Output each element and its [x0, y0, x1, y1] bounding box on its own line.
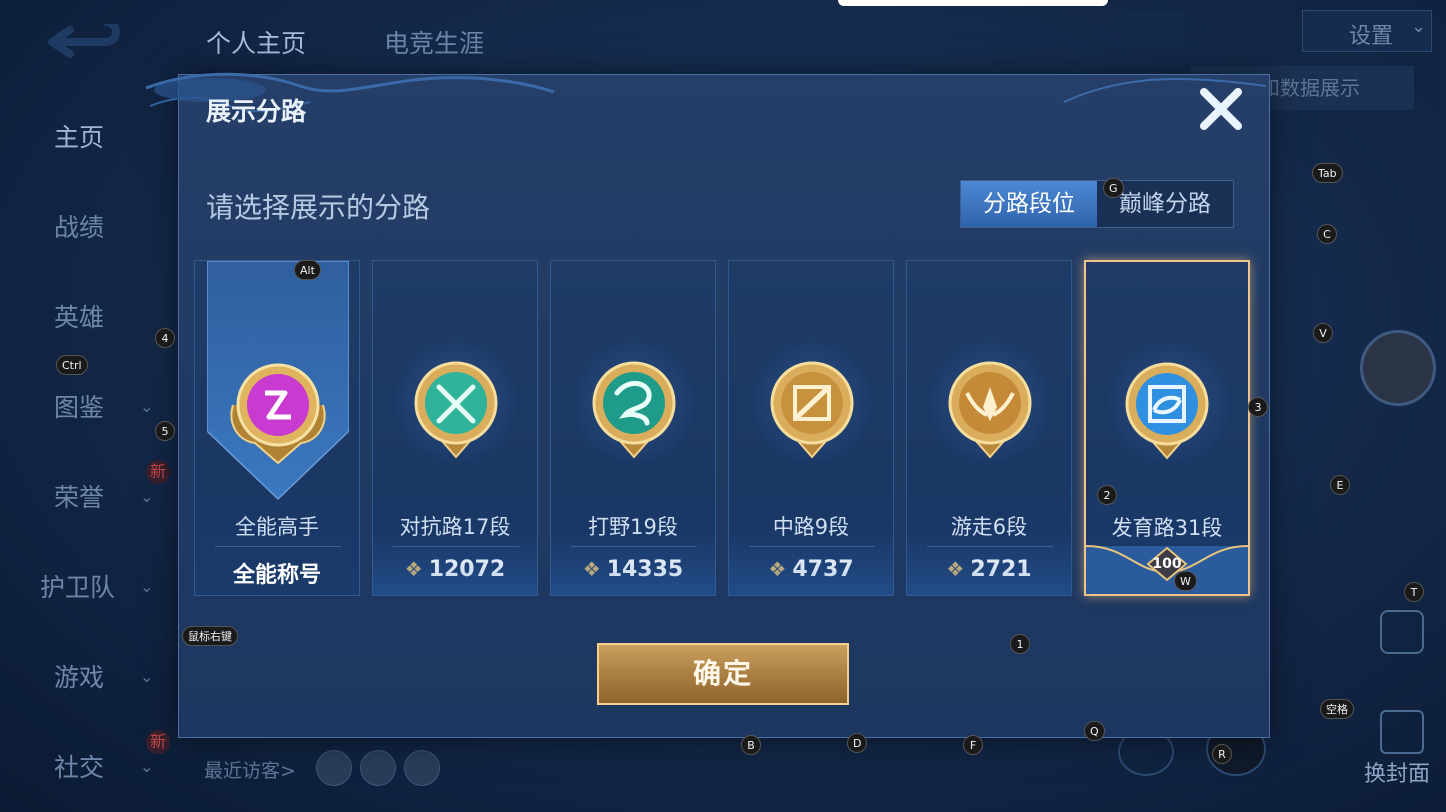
nav-item-records[interactable]: 战绩 [0, 206, 175, 246]
nav-item-guard-team[interactable]: 护卫队 ⌄ [0, 566, 175, 606]
key-hint-tab: Tab [1312, 163, 1343, 183]
key-hint-5: 5 [155, 421, 175, 441]
key-hint-b: B [741, 735, 761, 755]
chevron-down-icon: ⌄ [140, 756, 154, 776]
nav-item-honors[interactable]: 荣誉 ⌄ 新 [0, 460, 175, 516]
key-hint-right-click: 鼠标右键 [182, 626, 238, 646]
chevron-down-icon: ⌄ [140, 486, 154, 506]
rank-badge-value: 100 [1152, 556, 1182, 572]
tab-esports-career[interactable]: 电竞生涯 [384, 24, 484, 60]
tab-profile[interactable]: 个人主页 [206, 24, 306, 60]
key-hint-alt: Alt [294, 260, 321, 280]
key-hint-w: W [1174, 571, 1197, 591]
nav-item-heroes[interactable]: 英雄 [0, 296, 175, 336]
card-glow [551, 535, 715, 595]
nav-item-games[interactable]: 游戏 ⌄ [0, 656, 175, 696]
visitor-avatar[interactable] [404, 750, 440, 786]
lane-title-value: 全能称号 [232, 563, 321, 588]
roam-emblem-icon [948, 361, 1032, 459]
qq-icon[interactable] [1125, 12, 1183, 52]
clash-lane-emblem-icon [414, 361, 498, 459]
settings-button[interactable]: 设置 ⌄ [1302, 10, 1432, 52]
lane-mode-toggle: 分路段位 巅峰分路 [960, 180, 1234, 228]
divider [215, 546, 341, 547]
recent-visitors-label[interactable]: 最近访客> [204, 756, 296, 783]
lane-card-all-round[interactable]: 全能高手 全能称号 [194, 260, 360, 596]
key-hint-v: V [1313, 323, 1333, 343]
lane-card-mid[interactable]: 中路9段 ❖4737 [728, 260, 894, 596]
key-hint-3: 3 [1248, 397, 1268, 417]
chevron-down-icon: ⌄ [1411, 16, 1427, 37]
visitor-avatar[interactable] [360, 750, 396, 786]
lane-name: 发育路31段 [1111, 516, 1223, 540]
nav-item-social[interactable]: 社交 ⌄ 新 [0, 730, 175, 786]
chevron-down-icon: ⌄ [140, 576, 154, 596]
lane-name: 全能高手 [235, 515, 319, 539]
key-hint-1: 1 [1010, 634, 1030, 654]
tab-lane-rank[interactable]: 分路段位 [961, 181, 1097, 227]
key-hint-2: 2 [1097, 485, 1117, 505]
nav-item-codex[interactable]: 图鉴 ⌄ [0, 386, 175, 426]
key-hint-t: T [1404, 582, 1424, 602]
mid-lane-emblem-icon [770, 361, 854, 459]
visitor-avatar[interactable] [316, 750, 352, 786]
key-hint-c: C [1317, 224, 1337, 244]
dialog-cloud-ornament [145, 72, 555, 113]
key-hint-d: D [847, 733, 868, 753]
new-badge: 新 [146, 730, 170, 754]
lane-card-jungle[interactable]: 打野19段 ❖14335 [550, 260, 716, 596]
picture-icon[interactable] [1380, 710, 1424, 754]
card-glow [373, 535, 537, 595]
settings-label: 设置 [1349, 24, 1394, 49]
jungle-emblem-icon [592, 361, 676, 459]
lane-card-clash[interactable]: 对抗路17段 ❖12072 [372, 260, 538, 596]
top-notch-bar [838, 0, 1108, 6]
key-hint-space: 空格 [1320, 699, 1354, 719]
change-cover-label[interactable]: 换封面 [1364, 756, 1430, 788]
lane-card-roam[interactable]: 游走6段 ❖2721 [906, 260, 1072, 596]
chevron-down-icon: ⌄ [140, 396, 154, 416]
key-hint-q: Q [1084, 721, 1105, 741]
chevron-down-icon: ⌄ [140, 666, 154, 686]
all-round-emblem-icon [230, 363, 326, 465]
avatar[interactable] [1360, 330, 1436, 406]
key-hint-g: G [1103, 178, 1124, 198]
key-hint-f: F [963, 735, 983, 755]
card-glow [729, 535, 893, 595]
team-icon[interactable] [1380, 610, 1424, 654]
confirm-button[interactable]: 确定 [597, 643, 849, 705]
close-icon[interactable] [1198, 86, 1244, 132]
key-hint-ctrl: Ctrl [56, 355, 88, 375]
lane-card-farm-selected[interactable]: 发育路31段 100 [1084, 260, 1250, 596]
card-glow [907, 535, 1071, 595]
key-hint-e: E [1330, 475, 1350, 495]
dialog-title: 展示分路 [206, 97, 307, 126]
farm-lane-emblem-icon [1125, 362, 1209, 460]
key-hint-4: 4 [155, 328, 175, 348]
key-hint-r: R [1212, 744, 1232, 764]
back-icon[interactable] [44, 24, 120, 60]
new-badge: 新 [146, 460, 170, 484]
dialog-prompt: 请选择展示的分路 [206, 191, 431, 224]
